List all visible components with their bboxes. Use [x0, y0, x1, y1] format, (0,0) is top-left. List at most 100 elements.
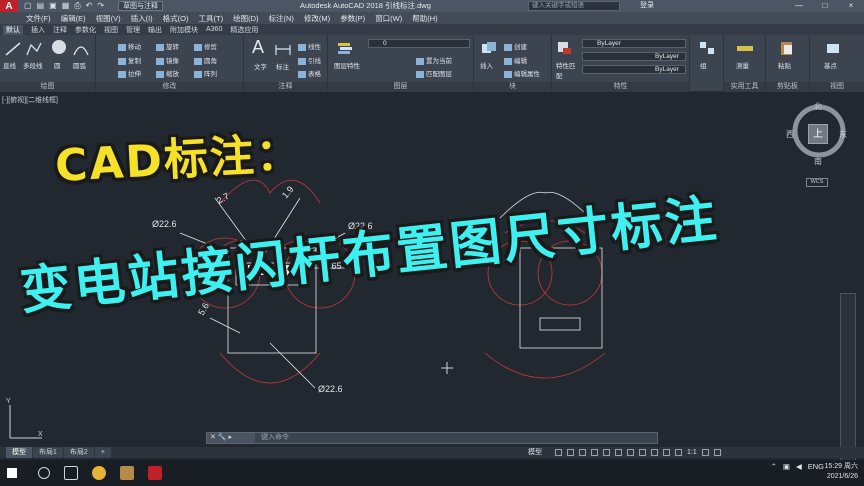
grid-icon[interactable]: [555, 449, 562, 456]
workspace-dropdown[interactable]: 草图与注释: [118, 1, 164, 11]
paste-button[interactable]: 粘贴: [778, 60, 791, 70]
block-panel-label[interactable]: 块: [474, 82, 551, 92]
basepoint-button[interactable]: 基点: [824, 60, 837, 70]
viewcube-top-face[interactable]: 上: [808, 124, 828, 144]
plot-icon[interactable]: ⎙: [74, 1, 80, 11]
lineweight-icon[interactable]: [627, 449, 634, 456]
search-input[interactable]: 键入关键字或短语: [528, 1, 620, 11]
3d-osnap-icon[interactable]: [663, 449, 670, 456]
array-button[interactable]: 阵列: [194, 68, 217, 78]
annotation-panel-label[interactable]: 注释: [244, 82, 327, 92]
autocad-app-icon[interactable]: A: [0, 0, 18, 12]
circle-icon[interactable]: [50, 39, 68, 55]
viewcube-west[interactable]: 西: [786, 129, 794, 140]
match-layer-button[interactable]: 匹配图层: [416, 68, 452, 78]
paste-icon[interactable]: [778, 40, 796, 56]
tab-layout1[interactable]: 布局1: [33, 447, 63, 458]
viewcube-east[interactable]: 东: [839, 129, 847, 140]
move-button[interactable]: 移动: [118, 41, 141, 51]
command-line[interactable]: ✕ 🔧 ▸ 键入命令: [206, 432, 658, 444]
set-current-button[interactable]: 置为当前: [416, 55, 452, 65]
measure-icon[interactable]: [736, 40, 754, 56]
network-icon[interactable]: ▣: [783, 462, 790, 471]
menu-edit[interactable]: 编辑(E): [61, 13, 86, 24]
menu-dimension[interactable]: 标注(N): [269, 13, 294, 24]
properties-panel-label[interactable]: 特性: [552, 82, 689, 92]
wcs-menu[interactable]: WCS: [806, 178, 828, 187]
tab-featured-apps[interactable]: 精选应用: [230, 25, 258, 35]
tab-annotate[interactable]: 注释: [53, 25, 67, 35]
measure-button[interactable]: 测量: [736, 60, 749, 70]
menu-help[interactable]: 帮助(H): [412, 13, 437, 24]
polyline-button[interactable]: 多段线: [23, 60, 43, 70]
save-icon[interactable]: ▣: [49, 1, 57, 11]
command-line-tools[interactable]: ✕ 🔧 ▸: [207, 433, 255, 443]
utilities-panel-label[interactable]: 实用工具: [724, 82, 765, 92]
saveas-icon[interactable]: ▦: [62, 1, 70, 11]
selection-cycling-icon[interactable]: [651, 449, 658, 456]
tray-chevron-icon[interactable]: ⌃: [771, 462, 777, 471]
menu-parametric[interactable]: 参数(P): [340, 13, 365, 24]
group-icon[interactable]: [698, 40, 716, 56]
layer-dropdown[interactable]: 0: [368, 39, 470, 48]
dimension-button[interactable]: 标注: [276, 61, 289, 71]
menu-format[interactable]: 格式(O): [163, 13, 189, 24]
chrome-icon[interactable]: [92, 466, 106, 480]
edit-attribute-button[interactable]: 编辑属性: [504, 68, 540, 78]
linetype-dropdown[interactable]: ByLayer: [582, 52, 686, 61]
snap-icon[interactable]: [567, 449, 574, 456]
tab-output[interactable]: 输出: [148, 25, 162, 35]
stretch-button[interactable]: 拉伸: [118, 68, 141, 78]
close-button[interactable]: ×: [838, 0, 864, 12]
annotation-visibility-icon[interactable]: [675, 449, 682, 456]
workspace-switch-icon[interactable]: [701, 449, 709, 456]
redo-icon[interactable]: ↷: [97, 1, 104, 11]
menu-modify[interactable]: 修改(M): [304, 13, 330, 24]
ortho-icon[interactable]: [579, 449, 586, 456]
volume-icon[interactable]: ◀: [796, 462, 802, 471]
undo-icon[interactable]: ↶: [86, 1, 93, 11]
open-icon[interactable]: ▤: [37, 1, 45, 11]
copy-button[interactable]: 复制: [118, 55, 141, 65]
clipboard-panel-label[interactable]: 剪贴板: [766, 82, 809, 92]
basepoint-icon[interactable]: [824, 40, 842, 56]
polar-icon[interactable]: [591, 449, 598, 456]
linear-button[interactable]: 线性: [298, 41, 321, 51]
menu-tools[interactable]: 工具(T): [199, 13, 224, 24]
rotate-button[interactable]: 旋转: [156, 41, 179, 51]
command-input[interactable]: 键入命令: [257, 434, 289, 441]
menu-view[interactable]: 视图(V): [96, 13, 121, 24]
file-explorer-icon[interactable]: [120, 466, 134, 480]
table-button[interactable]: 表格: [298, 68, 321, 78]
otrack-icon[interactable]: [615, 449, 622, 456]
layer-properties-icon[interactable]: [336, 40, 354, 56]
menu-file[interactable]: 文件(F): [26, 13, 51, 24]
tab-insert[interactable]: 插入: [31, 25, 45, 35]
model-space-indicator[interactable]: 模型: [528, 448, 542, 458]
layers-panel-label[interactable]: 图层: [328, 82, 473, 92]
draw-panel-label[interactable]: 绘图: [0, 82, 95, 92]
insert-button[interactable]: 插入: [480, 60, 493, 70]
polyline-icon[interactable]: [25, 41, 43, 57]
task-view-icon[interactable]: [64, 466, 78, 480]
search-icon[interactable]: [38, 467, 50, 479]
scale-button[interactable]: 缩放: [156, 68, 179, 78]
modify-panel-label[interactable]: 修改: [96, 82, 243, 92]
tab-default[interactable]: 默认: [3, 24, 23, 35]
create-block-button[interactable]: 创建: [504, 41, 527, 51]
insert-block-icon[interactable]: [480, 40, 498, 56]
circle-button[interactable]: 圆: [54, 60, 61, 70]
transparency-icon[interactable]: [639, 449, 646, 456]
trim-button[interactable]: 修剪: [194, 41, 217, 51]
tab-layout2[interactable]: 布局2: [63, 447, 94, 458]
lineweight-dropdown[interactable]: ByLayer: [582, 65, 686, 74]
viewcube-north[interactable]: 北: [814, 101, 822, 112]
line-button[interactable]: 直线: [3, 60, 16, 70]
mirror-button[interactable]: 镜像: [156, 55, 179, 65]
color-dropdown[interactable]: ByLayer: [582, 39, 686, 48]
new-icon[interactable]: ▢: [24, 1, 32, 11]
arc-icon[interactable]: [72, 41, 90, 57]
menu-draw[interactable]: 绘图(D): [233, 13, 258, 24]
tab-parametric[interactable]: 参数化: [75, 25, 96, 35]
customize-icon[interactable]: [713, 449, 721, 456]
